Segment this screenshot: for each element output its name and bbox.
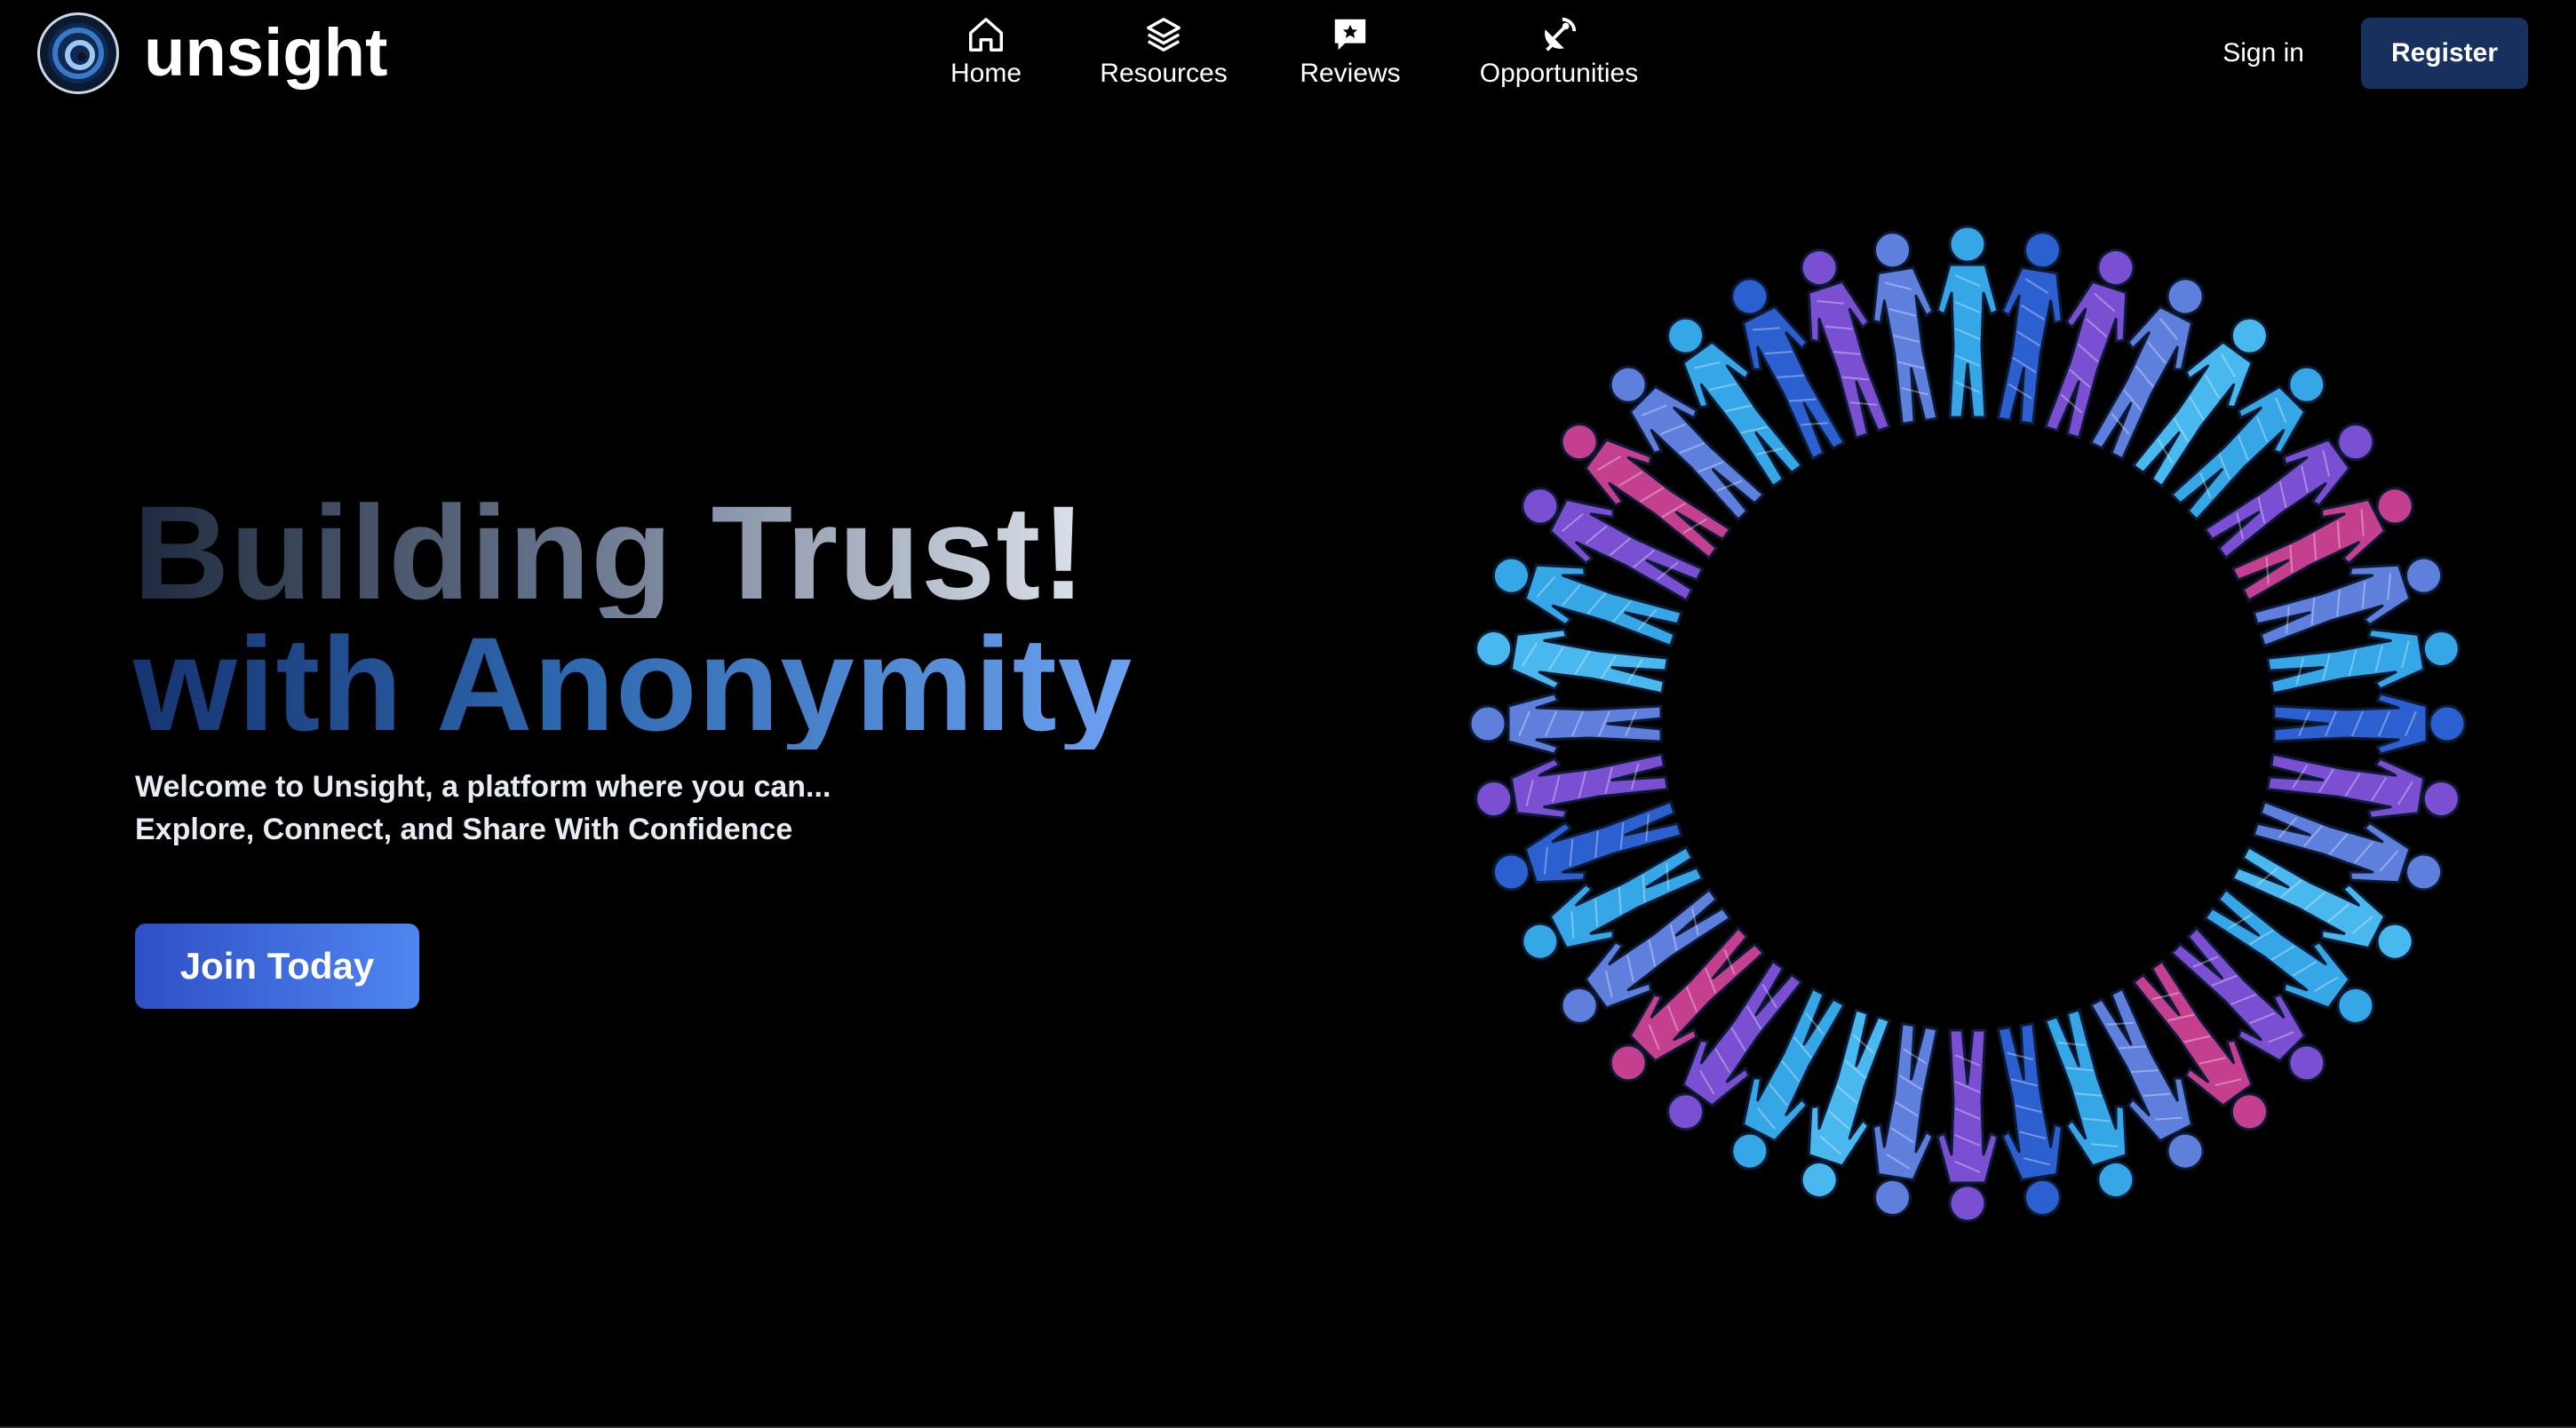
hero-headline-line1: Building Trust! [133, 486, 1133, 619]
main-nav: Home Resources Reviews Opportunities [924, 14, 1670, 87]
hero-subtitle-line2: Explore, Connect, and Share With Confide… [135, 813, 793, 846]
eye-logo-icon [37, 12, 119, 94]
brand[interactable]: unsight [37, 12, 387, 94]
person-figure [1936, 1028, 2000, 1223]
nav-label-reviews: Reviews [1300, 59, 1401, 88]
auth-actions: Sign in Register [2222, 18, 2528, 89]
nav-item-reviews[interactable]: Reviews [1270, 14, 1430, 87]
person-figure [1936, 225, 2000, 419]
brand-name: unsight [144, 15, 388, 91]
person-figure [2272, 692, 2467, 756]
home-icon [969, 18, 1003, 52]
register-button[interactable]: Register [2360, 18, 2528, 89]
nav-label-opportunities: Opportunities [1479, 59, 1639, 88]
layers-icon [1147, 18, 1181, 52]
nav-label-resources: Resources [1100, 59, 1228, 88]
satellite-dish-icon [1545, 17, 1577, 52]
hero-headline: Building Trust! with Anonymity [133, 486, 1133, 758]
nav-item-resources[interactable]: Resources [1075, 14, 1252, 87]
nav-item-home[interactable]: Home [924, 14, 1048, 87]
nav-item-opportunities[interactable]: Opportunities [1448, 14, 1670, 87]
person-figure [1468, 692, 1663, 756]
top-navbar: unsight Home Resources Reviews Opportuni… [0, 0, 2576, 107]
hero-headline-line2: with Anonymity [133, 609, 1133, 758]
hero-subtitle: Welcome to Unsight, a platform where you… [135, 766, 831, 851]
join-today-button[interactable]: Join Today [135, 924, 419, 1009]
sign-in-link[interactable]: Sign in [2222, 38, 2304, 68]
nav-label-home: Home [950, 59, 1022, 88]
people-circle-illustration [1468, 225, 2467, 1223]
hero-subtitle-line1: Welcome to Unsight, a platform where you… [135, 770, 831, 804]
landing-page: unsight Home Resources Reviews Opportuni… [0, 0, 2576, 1428]
star-message-icon [1334, 19, 1366, 51]
